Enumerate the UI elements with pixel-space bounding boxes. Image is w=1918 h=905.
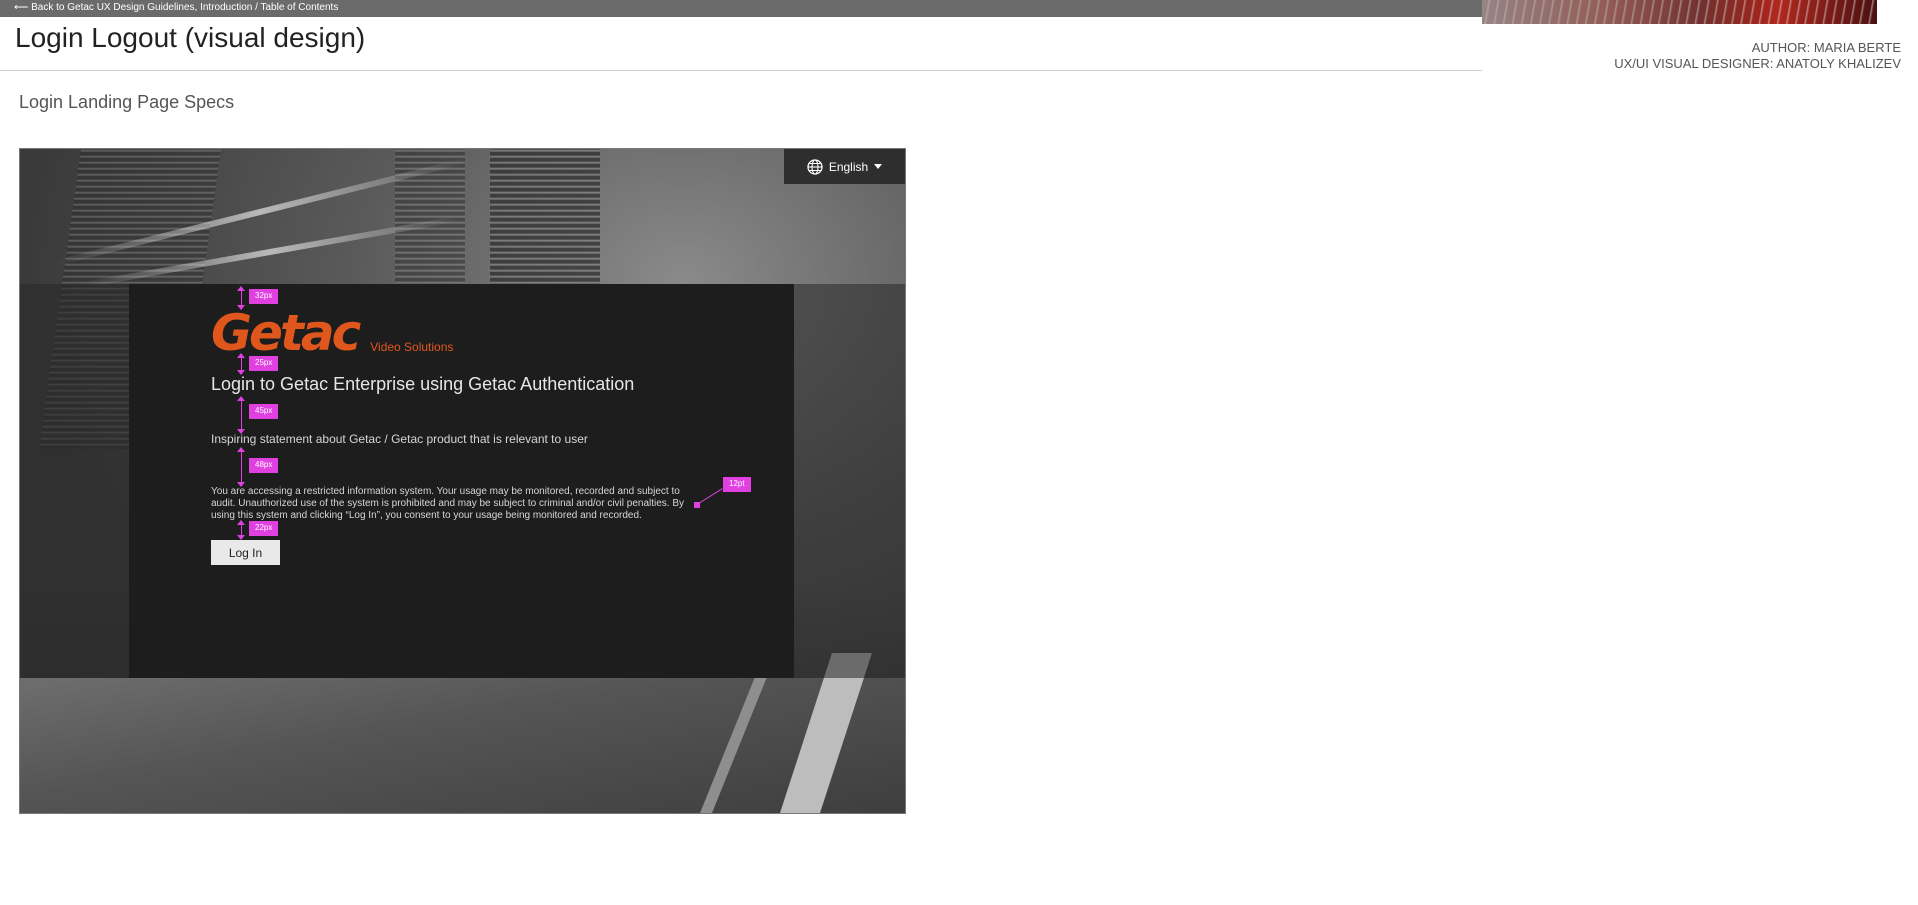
arrow-down-icon	[237, 305, 245, 310]
spec-tag-25: 25px	[249, 356, 279, 371]
road	[20, 678, 905, 813]
author-credit: AUTHOR: MARIA BERTE	[1751, 40, 1901, 55]
language-label: English	[828, 159, 869, 174]
language-selector[interactable]: English	[784, 149, 905, 184]
getac-logo: Getac Video Solutions	[211, 308, 453, 358]
top-nav-bar: ⟵ Back to Getac UX Design Guidelines, In…	[0, 0, 1482, 17]
header-divider	[0, 70, 1482, 71]
spec-line	[241, 449, 242, 485]
section-title: Login Landing Page Specs	[19, 92, 235, 112]
logo-wordmark: Getac	[211, 304, 361, 362]
globe-icon	[807, 158, 823, 175]
credits: AUTHOR: MARIA BERTE UX/UI VISUAL DESIGNE…	[1614, 40, 1901, 72]
login-panel: Getac Video Solutions Login to Getac Ent…	[129, 284, 794, 678]
spec-tag-48: 48px	[249, 458, 279, 473]
arrow-down-icon	[237, 482, 245, 487]
designer-credit: UX/UI VISUAL DESIGNER: ANATOLY KHALIZEV	[1614, 56, 1901, 71]
page-title: Login Logout (visual design)	[15, 22, 366, 53]
spec-tag-32: 32px	[249, 289, 279, 304]
inspiring-statement: Inspiring statement about Getac / Getac …	[211, 432, 588, 446]
login-button[interactable]: Log In	[211, 540, 280, 565]
header-banner-image	[1482, 0, 1877, 24]
spec-tag-22: 22px	[249, 521, 279, 536]
spec-tag-12pt: 12pt	[723, 477, 751, 492]
banner-fade	[1482, 0, 1877, 24]
back-to-guidelines-link[interactable]: ⟵ Back to Getac UX Design Guidelines, In…	[14, 2, 338, 13]
login-page-mockup: English Getac Video Solutions Login to G…	[19, 148, 906, 814]
arrow-down-icon	[237, 535, 245, 540]
spec-tag-45: 45px	[249, 404, 279, 419]
arrow-down-icon	[237, 429, 245, 434]
arrow-down-icon	[237, 370, 245, 375]
login-heading: Login to Getac Enterprise using Getac Au…	[211, 374, 635, 394]
spec-line	[241, 398, 242, 432]
chevron-down-icon	[874, 164, 883, 169]
logo-subtitle: Video Solutions	[370, 340, 454, 354]
disclaimer-text: You are accessing a restricted informati…	[211, 486, 685, 521]
